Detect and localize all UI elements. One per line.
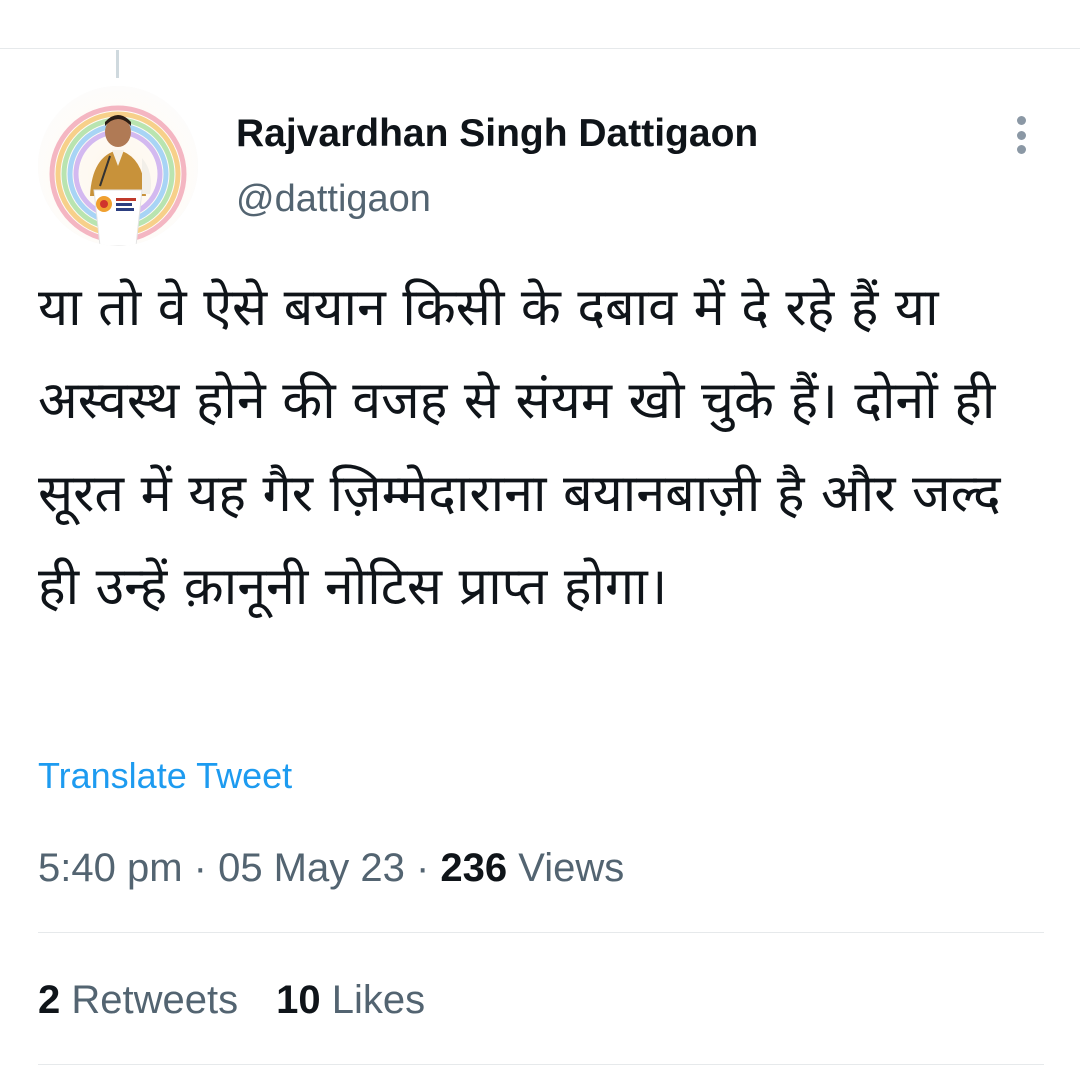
likes-label: Likes bbox=[331, 978, 426, 1022]
top-divider bbox=[0, 48, 1080, 49]
engagement-stats: 2 Retweets 10 Likes bbox=[38, 978, 425, 1023]
profile-photo-icon bbox=[38, 86, 198, 246]
retweets-label: Retweets bbox=[71, 978, 239, 1022]
author-avatar[interactable] bbox=[38, 86, 198, 246]
views-count: 236 bbox=[440, 846, 508, 890]
tweet-text: या तो वे ऐसे बयान किसी के दबाव में दे रह… bbox=[38, 278, 1001, 617]
author-handle[interactable]: @dattigaon bbox=[236, 178, 431, 221]
tweet-date[interactable]: 05 May 23 bbox=[218, 846, 405, 890]
more-options-button[interactable] bbox=[1004, 112, 1038, 158]
views-label: Views bbox=[518, 846, 625, 890]
author-name[interactable]: Rajvardhan Singh Dattigaon bbox=[236, 112, 758, 156]
likes-link[interactable]: 10 Likes bbox=[276, 978, 425, 1022]
retweets-count: 2 bbox=[38, 978, 61, 1022]
more-options-icon bbox=[1016, 116, 1026, 125]
more-options-icon-dot bbox=[1016, 145, 1026, 154]
likes-count: 10 bbox=[276, 978, 321, 1022]
translate-tweet-link[interactable]: Translate Tweet bbox=[38, 755, 292, 797]
meta-divider bbox=[38, 932, 1044, 933]
tweet-time[interactable]: 5:40 pm bbox=[38, 846, 183, 890]
stats-divider bbox=[38, 1064, 1044, 1065]
more-options-icon-dot bbox=[1016, 130, 1026, 140]
meta-separator: · bbox=[404, 846, 441, 890]
meta-separator: · bbox=[182, 846, 219, 890]
retweets-link[interactable]: 2 Retweets bbox=[38, 978, 238, 1022]
thread-connector-line bbox=[116, 50, 119, 78]
tweet-meta: 5:40 pm · 05 May 23 · 236 Views bbox=[38, 846, 624, 891]
